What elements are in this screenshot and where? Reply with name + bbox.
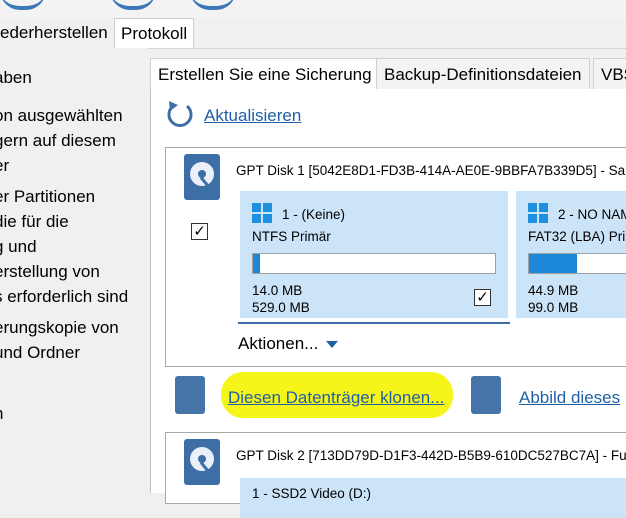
partition-1-checkbox[interactable]: ✓: [474, 289, 491, 306]
partition-2-total: 99.0 MB: [528, 300, 579, 315]
partition-1-divider: [238, 322, 510, 324]
partition-1-usage-bar: [252, 253, 496, 274]
disk-1-title: GPT Disk 1 [5042E8D1-FD3B-414A-AE0E-9BBF…: [236, 163, 626, 178]
sidebar-text[interactable]: n: [0, 404, 3, 424]
sidebar-text[interactable]: s erforderlich sind: [0, 287, 128, 307]
hard-disk-icon: [184, 154, 220, 200]
sidebar-text[interactable]: erstellung von: [0, 262, 100, 282]
sidebar-tasks: aben on ausgewählten gern auf diesem er …: [0, 48, 148, 493]
tab-create-backup[interactable]: Erstellen Sie eine Sicherung: [150, 58, 380, 89]
menu-tab-restore[interactable]: ederherstellen: [0, 18, 114, 48]
main-panel: Aktualisieren GPT Disk 1 [5042E8D1-FD3B-…: [150, 89, 626, 518]
image-disk-link[interactable]: Abbild dieses: [519, 388, 620, 408]
partition-1[interactable]: 1 - (Keine) NTFS Primär 14.0 MB 529.0 MB…: [240, 191, 508, 318]
disk-2-box: GPT Disk 2 [713DD79D-D1F3-442D-B5B9-610D…: [165, 432, 626, 518]
tab-vbs[interactable]: VBS: [593, 58, 626, 89]
windows-icon: [528, 203, 548, 223]
partition-2-usage-fill: [529, 254, 577, 273]
partition-1-fs: NTFS Primär: [252, 229, 331, 244]
partition-2[interactable]: 2 - NO NAM FAT32 (LBA) Prin 44.9 MB 99.0…: [516, 191, 626, 318]
disk-2-partition-1[interactable]: 1 - SSD2 Video (D:): [240, 478, 626, 518]
partition-1-total: 529.0 MB: [252, 300, 310, 315]
sidebar-text[interactable]: aben: [0, 68, 32, 88]
sidebar-text[interactable]: on ausgewählten: [0, 106, 123, 126]
partition-2-used: 44.9 MB: [528, 283, 579, 298]
tab-backup-definitions[interactable]: Backup-Definitionsdateien: [376, 58, 590, 89]
disk-2-partition-1-name: 1 - SSD2 Video (D:): [252, 486, 372, 501]
toolbar-icon-left[interactable]: [0, 0, 46, 10]
partition-1-name: 1 - (Keine): [282, 207, 346, 222]
menu-tab-log[interactable]: Protokoll: [114, 18, 195, 48]
toolbar-icon-green[interactable]: [110, 0, 156, 10]
toolbar-icon-right[interactable]: [190, 0, 236, 10]
partition-2-usage-bar: [528, 253, 626, 274]
main-tabs: Erstellen Sie eine Sicherung Backup-Defi…: [150, 58, 626, 89]
sidebar-text[interactable]: er: [0, 156, 9, 176]
disk-1-box: GPT Disk 1 [5042E8D1-FD3B-414A-AE0E-9BBF…: [165, 147, 626, 367]
actions-label[interactable]: Aktionen...: [238, 334, 318, 353]
ribbon-menubar: ederherstellen Protokoll: [0, 18, 626, 49]
sidebar-text[interactable]: die für die: [0, 212, 69, 232]
actions-menu[interactable]: Aktionen...: [238, 334, 339, 354]
chevron-down-icon[interactable]: [326, 341, 339, 349]
windows-icon: [252, 203, 272, 223]
partition-1-used: 14.0 MB: [252, 283, 303, 298]
partition-1-usage-fill: [253, 254, 261, 273]
sidebar-text[interactable]: gern auf diesem: [0, 131, 116, 151]
disk-1-checkbox[interactable]: ✓: [191, 223, 208, 240]
hard-disk-icon: [184, 439, 220, 485]
partition-2-name: 2 - NO NAM: [558, 207, 626, 222]
toolbar-strip: [0, 0, 626, 18]
clone-disk-icon[interactable]: [175, 376, 205, 414]
sidebar-text[interactable]: und Ordner: [0, 343, 80, 363]
clone-disk-link[interactable]: Diesen Datenträger klonen...: [228, 388, 444, 408]
sidebar-text[interactable]: g und: [0, 237, 37, 257]
image-disk-icon[interactable]: [471, 376, 501, 414]
refresh-icon[interactable]: [165, 99, 195, 129]
sidebar-text[interactable]: er Partitionen: [0, 187, 95, 207]
sidebar-text[interactable]: erungskopie von: [0, 318, 119, 338]
refresh-link[interactable]: Aktualisieren: [204, 106, 301, 126]
disk-2-title: GPT Disk 2 [713DD79D-D1F3-442D-B5B9-610D…: [236, 448, 626, 463]
partition-2-fs: FAT32 (LBA) Prin: [528, 229, 626, 244]
